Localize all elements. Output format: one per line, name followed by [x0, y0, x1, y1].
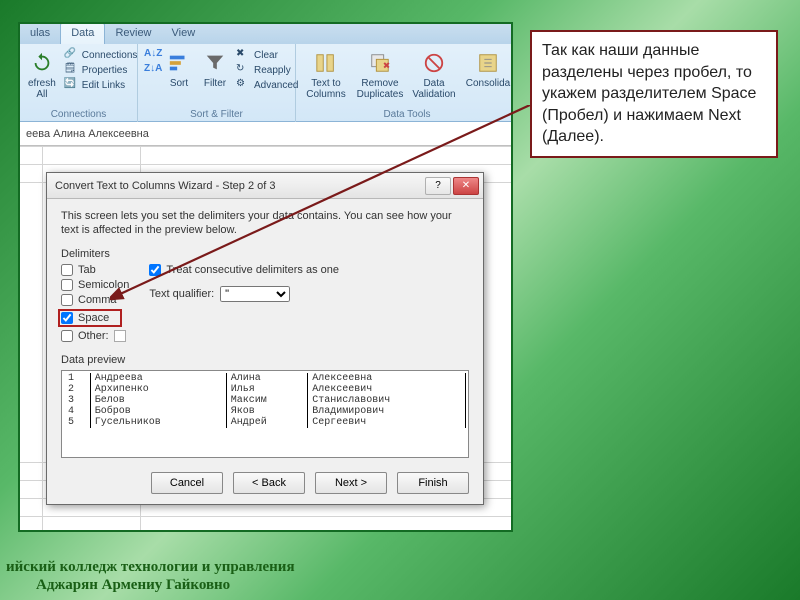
tab-formulas[interactable]: ulas: [20, 24, 60, 44]
filter-label: Filter: [204, 78, 226, 89]
properties-link[interactable]: 🗒Properties: [64, 63, 138, 77]
text-to-columns-button[interactable]: Text to Columns: [302, 48, 350, 102]
filter-button[interactable]: Filter: [200, 48, 230, 91]
consolidate-icon: [475, 50, 501, 76]
data-preview-label: Data preview: [61, 354, 469, 366]
refresh-all-button[interactable]: efresh All: [26, 48, 58, 102]
refresh-label: efresh All: [28, 78, 56, 100]
dialog-titlebar[interactable]: Convert Text to Columns Wizard - Step 2 …: [47, 173, 483, 199]
data-validation-button[interactable]: Data Validation: [410, 48, 458, 102]
formula-bar-value: еева Алина Алексеевна: [26, 128, 149, 140]
connections-icon: 🔗: [64, 48, 78, 62]
dialog-title: Convert Text to Columns Wizard - Step 2 …: [55, 180, 276, 192]
properties-icon: 🗒: [64, 63, 78, 77]
clear-link[interactable]: ✖Clear: [236, 48, 298, 62]
group-datatools-label: Data Tools: [302, 109, 512, 122]
close-button[interactable]: ✕: [453, 177, 479, 195]
cancel-button[interactable]: Cancel: [151, 472, 223, 494]
sort-za-button[interactable]: Z↓A: [144, 63, 158, 77]
group-connections-label: Connections: [26, 109, 131, 122]
consolidate-label: Consolida: [466, 78, 510, 89]
text-qualifier-label: Text qualifier:: [149, 288, 214, 300]
tab-data[interactable]: Data: [60, 23, 105, 44]
preview-row: 5ГусельниковАндрейСергеевич: [64, 417, 466, 428]
sort-az-button[interactable]: A↓Z: [144, 48, 158, 62]
help-button[interactable]: ?: [425, 177, 451, 195]
remove-duplicates-label: Remove Duplicates: [357, 78, 404, 100]
preview-row: 3БеловМаксимСтаниславович: [64, 395, 466, 406]
other-input[interactable]: [114, 330, 126, 342]
space-checkbox[interactable]: Space: [58, 309, 122, 327]
ribbon: ulas Data Review View efresh All 🔗Connec…: [20, 24, 511, 122]
sort-label: Sort: [170, 78, 188, 89]
semicolon-checkbox[interactable]: Semicolon: [61, 279, 129, 291]
next-button[interactable]: Next >: [315, 472, 387, 494]
group-connections: efresh All 🔗Connections 🗒Properties 🔄Edi…: [20, 44, 138, 122]
svg-text:✖: ✖: [383, 61, 391, 71]
preview-row: 4БобровЯковВладимирович: [64, 406, 466, 417]
delimiters-label: Delimiters: [61, 248, 469, 260]
text-to-columns-label: Text to Columns: [304, 78, 348, 100]
remove-duplicates-button[interactable]: ✖ Remove Duplicates: [356, 48, 404, 102]
filter-icon: [202, 50, 228, 76]
ribbon-tabs: ulas Data Review View: [20, 24, 511, 44]
refresh-icon: [29, 50, 55, 76]
reapply-icon: ↻: [236, 63, 250, 77]
advanced-icon: ⚙: [236, 78, 250, 92]
text-qualifier-select[interactable]: ": [220, 286, 290, 302]
annotation-callout: Так как наши данные разделены через проб…: [530, 30, 778, 158]
tab-review[interactable]: Review: [105, 24, 161, 44]
connections-link[interactable]: 🔗Connections: [64, 48, 138, 62]
editlinks-icon: 🔄: [64, 78, 78, 92]
comma-checkbox[interactable]: Comma: [61, 294, 129, 306]
sort-icon: [166, 50, 192, 76]
consolidate-button[interactable]: Consolida: [464, 48, 512, 91]
other-checkbox[interactable]: Other:: [61, 330, 129, 342]
sort-button[interactable]: Sort: [164, 48, 194, 91]
group-sortfilter: A↓Z Z↓A Sort Filter ✖Clear: [138, 44, 296, 122]
sort-za-icon: Z↓A: [144, 63, 158, 77]
formula-bar[interactable]: еева Алина Алексеевна: [20, 122, 511, 146]
clear-icon: ✖: [236, 48, 250, 62]
text-to-columns-wizard-dialog: Convert Text to Columns Wizard - Step 2 …: [46, 172, 484, 505]
group-sortfilter-label: Sort & Filter: [144, 109, 289, 122]
data-preview: 1АндрееваАлинаАлексеевна2АрхипенкоИльяАл…: [61, 370, 469, 458]
footer-line1: ийский колледж технологии и управления: [6, 558, 295, 576]
dialog-description: This screen lets you set the delimiters …: [61, 209, 469, 238]
sort-az-icon: A↓Z: [144, 48, 158, 62]
data-validation-label: Data Validation: [412, 78, 456, 100]
editlinks-link[interactable]: 🔄Edit Links: [64, 78, 138, 92]
preview-row: 1АндрееваАлинаАлексеевна: [64, 373, 466, 384]
footer-line2: Аджарян Армениу Гайковно: [6, 576, 295, 594]
advanced-link[interactable]: ⚙Advanced: [236, 78, 298, 92]
text-to-columns-icon: [313, 50, 339, 76]
reapply-link[interactable]: ↻Reapply: [236, 63, 298, 77]
finish-button[interactable]: Finish: [397, 472, 469, 494]
back-button[interactable]: < Back: [233, 472, 305, 494]
treat-consecutive-checkbox[interactable]: Treat consecutive delimiters as one: [149, 264, 339, 276]
tab-checkbox[interactable]: Tab: [61, 264, 129, 276]
group-datatools: Text to Columns ✖ Remove Duplicates Data…: [296, 44, 513, 122]
footer-credits: ийский колледж технологии и управления А…: [6, 558, 295, 594]
data-validation-icon: [421, 50, 447, 76]
remove-duplicates-icon: ✖: [367, 50, 393, 76]
preview-row: 2АрхипенкоИльяАлексеевич: [64, 384, 466, 395]
tab-view[interactable]: View: [162, 24, 206, 44]
